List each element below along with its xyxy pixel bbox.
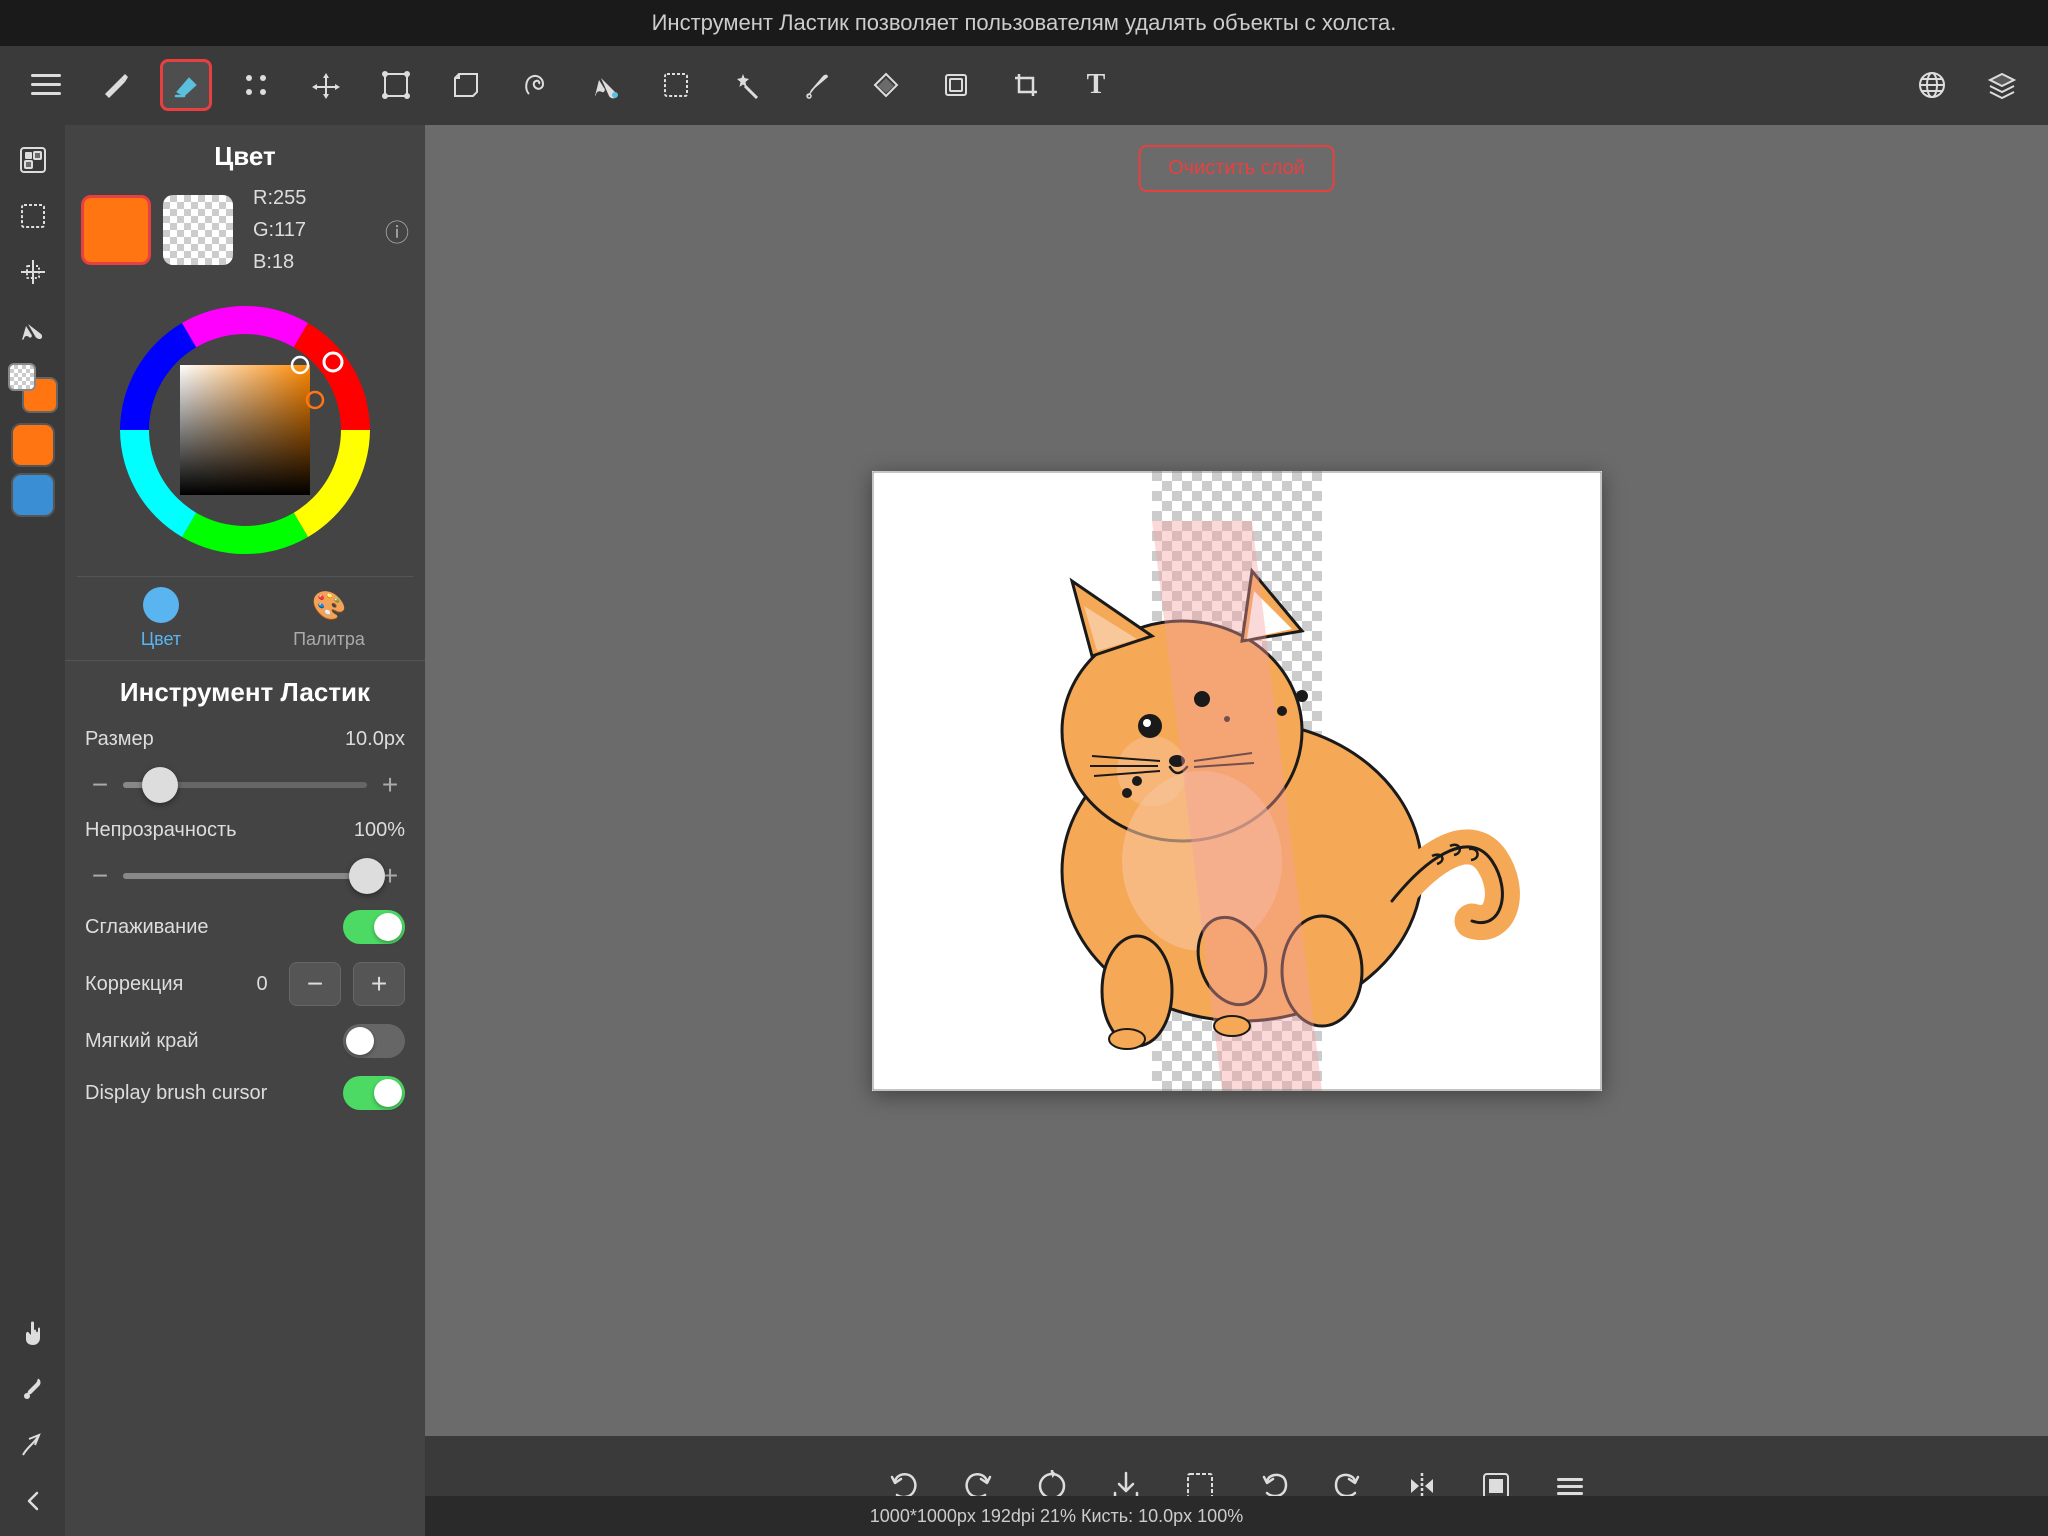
rgb-values: R:255 G:117 B:18 (253, 182, 306, 278)
color-tab-icon (143, 587, 179, 623)
smoothing-knob (374, 913, 402, 941)
main-toolbar: T (0, 45, 2048, 125)
display-brush-cursor-label: Display brush cursor (85, 1082, 343, 1105)
correction-value: 0 (247, 973, 277, 996)
active-color-swatch[interactable] (11, 423, 55, 467)
size-label: Размер (85, 728, 215, 751)
primary-color-swatch[interactable] (81, 195, 151, 265)
brush-tool-icon[interactable] (8, 303, 58, 353)
color-panel-title: Цвет (65, 125, 425, 182)
soft-edge-row: Мягкий край (85, 1024, 405, 1058)
fill-icon[interactable] (580, 59, 632, 111)
secondary-color-swatch-panel[interactable] (163, 195, 233, 265)
smoothing-toggle[interactable] (343, 910, 405, 944)
eraser-active-icon[interactable] (160, 59, 212, 111)
tool-settings-title: Инструмент Ластик (85, 677, 405, 708)
tool-settings: Инструмент Ластик Размер 10.0px − + Непр… (65, 660, 425, 1144)
back-icon[interactable] (8, 1476, 58, 1526)
rectangle-select-icon[interactable] (650, 59, 702, 111)
pen-tool-icon[interactable] (790, 59, 842, 111)
guides-icon[interactable] (8, 247, 58, 297)
opacity-label: Непрозрачность (85, 819, 237, 842)
display-brush-cursor-knob (374, 1079, 402, 1107)
crop-icon[interactable] (1000, 59, 1052, 111)
transform-icon[interactable] (370, 59, 422, 111)
status-text: 1000*1000px 192dpi 21% Кисть: 10.0px 100… (870, 1506, 1243, 1527)
color-wheel[interactable] (115, 300, 375, 560)
opacity-track[interactable] (123, 873, 367, 879)
layers-icon[interactable] (930, 59, 982, 111)
soft-edge-toggle[interactable] (343, 1024, 405, 1058)
canvas-area: Очистить слой (425, 125, 2048, 1436)
opacity-fill (123, 873, 367, 879)
display-brush-cursor-row: Display brush cursor (85, 1076, 405, 1110)
gradient-icon[interactable] (860, 59, 912, 111)
palette-tab[interactable]: 🎨 Палитра (245, 577, 413, 660)
size-value: 10.0px (345, 728, 405, 751)
display-brush-cursor-toggle[interactable] (343, 1076, 405, 1110)
size-row: Размер 10.0px (85, 728, 405, 751)
hand-tool-icon[interactable] (8, 1308, 58, 1358)
cat-drawing (872, 471, 1602, 1091)
top-info-bar: Инструмент Ластик позволяет пользователя… (0, 0, 2048, 46)
smoothing-label: Сглаживание (85, 916, 343, 939)
soft-edge-knob (346, 1027, 374, 1055)
size-slider[interactable]: − + (85, 769, 405, 801)
opacity-value: 100% (354, 819, 405, 842)
pencil-icon[interactable] (90, 59, 142, 111)
correction-plus-btn[interactable]: + (353, 962, 405, 1006)
size-minus[interactable]: − (85, 769, 115, 801)
color-wheel-container[interactable] (65, 290, 425, 576)
move-icon[interactable] (300, 59, 352, 111)
layers-stack-icon[interactable] (1976, 59, 2028, 111)
eyedropper-icon[interactable] (8, 1364, 58, 1414)
color-tab-label: Цвет (141, 629, 181, 650)
color-preview-row: R:255 G:117 B:18 ⓘ (65, 182, 425, 290)
color-tabs: Цвет 🎨 Палитра (77, 576, 413, 660)
canvas-frame[interactable] (872, 471, 1602, 1091)
selection-icon[interactable] (8, 191, 58, 241)
clear-layer-button[interactable]: Очистить слой (1138, 145, 1335, 192)
magic-wand-icon[interactable] (720, 59, 772, 111)
size-plus[interactable]: + (375, 769, 405, 801)
correction-label: Коррекция (85, 973, 235, 996)
size-track[interactable] (123, 782, 367, 788)
correction-minus-btn[interactable]: − (289, 962, 341, 1006)
select-brush-icon[interactable] (230, 59, 282, 111)
color-tab[interactable]: Цвет (77, 577, 245, 660)
info-icon[interactable]: ⓘ (385, 213, 409, 248)
menu-icon[interactable] (20, 59, 72, 111)
layers-panel-icon[interactable] (8, 135, 58, 185)
left-toolbar (0, 125, 65, 1536)
top-info-text: Инструмент Ластик позволяет пользователя… (652, 10, 1397, 35)
side-panel: Цвет R:255 G:117 B:18 ⓘ (65, 125, 425, 1536)
secondary-color-swatch[interactable] (11, 473, 55, 517)
opacity-slider[interactable]: − + (85, 860, 405, 892)
opacity-row: Непрозрачность 100% (85, 819, 405, 842)
soft-edge-label: Мягкий край (85, 1030, 343, 1053)
smoothing-row: Сглаживание (85, 910, 405, 944)
size-thumb[interactable] (142, 767, 178, 803)
palette-tab-label: Палитра (293, 629, 365, 650)
palette-tab-icon: 🎨 (311, 587, 347, 623)
free-transform-icon[interactable] (440, 59, 492, 111)
text-icon[interactable]: T (1070, 59, 1122, 111)
opacity-thumb[interactable] (349, 858, 385, 894)
opacity-minus[interactable]: − (85, 860, 115, 892)
lasso-icon[interactable] (510, 59, 562, 111)
color-swatch-area[interactable] (8, 363, 58, 413)
correction-row: Коррекция 0 − + (85, 962, 405, 1006)
share-icon[interactable] (8, 1420, 58, 1470)
globe-icon[interactable] (1906, 59, 1958, 111)
